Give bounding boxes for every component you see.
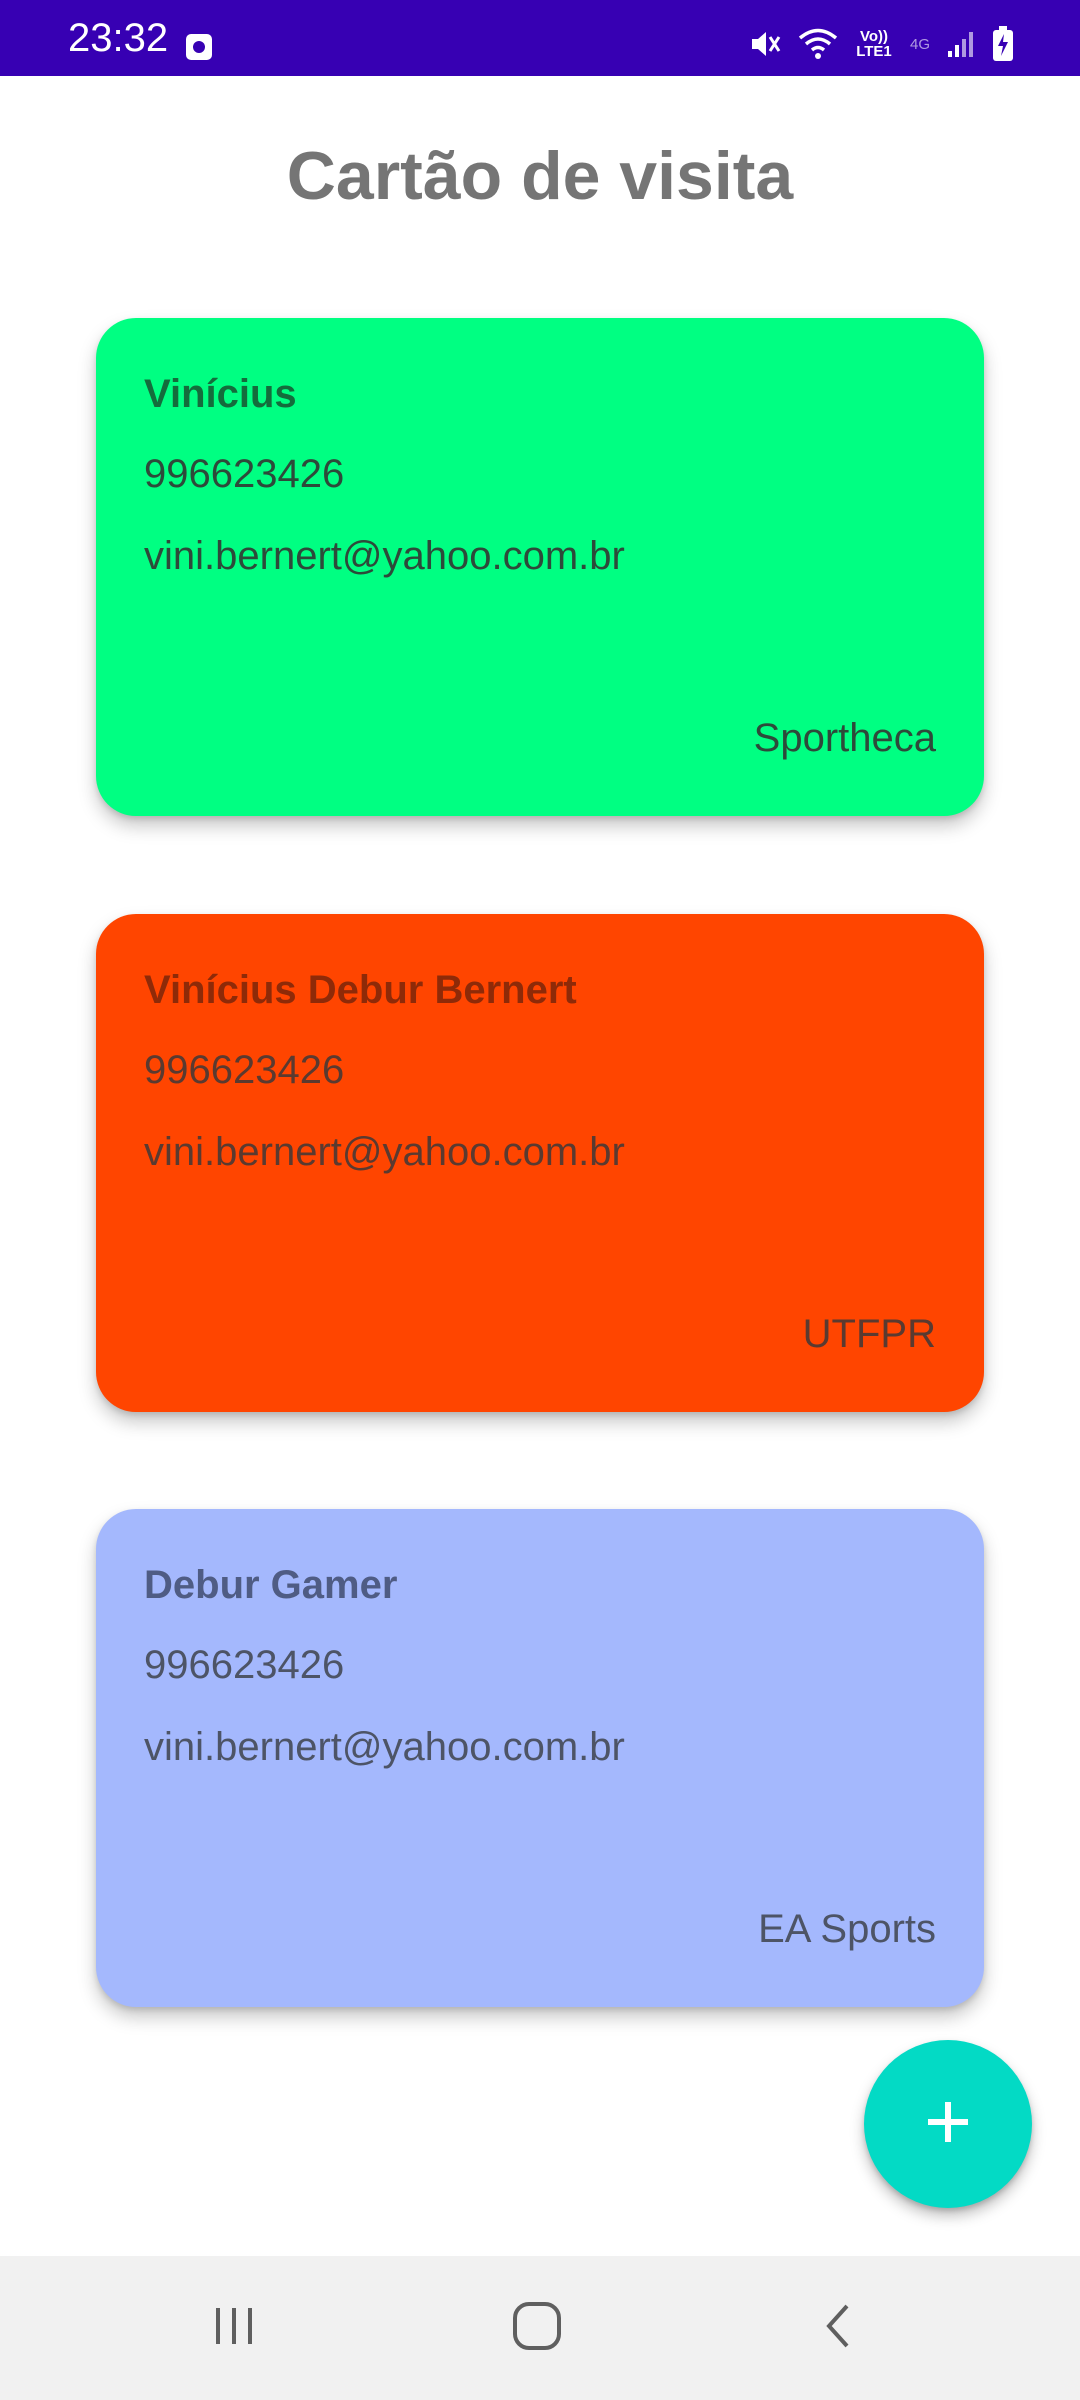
card-company: Sportheca [753, 716, 936, 760]
back-icon [815, 2302, 863, 2355]
business-card[interactable]: Debur Gamer 996623426 vini.bernert@yahoo… [96, 1509, 984, 2007]
card-name: Debur Gamer [144, 1563, 398, 1607]
navigation-bar [0, 2256, 1080, 2400]
page-title: Cartão de visita [286, 138, 794, 214]
battery-charging-icon [992, 26, 1014, 62]
home-button[interactable] [477, 2292, 597, 2364]
recent-apps-icon [210, 2302, 258, 2355]
business-card[interactable]: Vinícius Debur Bernert 996623426 vini.be… [96, 914, 984, 1412]
lte-icon: Vo)) LTE1 [854, 29, 894, 59]
card-phone: 996623426 [144, 1643, 345, 1687]
card-name: Vinícius [144, 372, 297, 416]
business-card[interactable]: Vinícius 996623426 vini.bernert@yahoo.co… [96, 318, 984, 816]
add-card-button[interactable] [864, 2040, 1032, 2208]
notification-icon [186, 34, 212, 60]
home-icon [511, 2300, 563, 2357]
plus-icon [924, 2098, 972, 2151]
network-label: Vo)) LTE1 [856, 28, 892, 60]
status-time: 23:32 [68, 16, 169, 60]
card-email: vini.bernert@yahoo.com.br [144, 1130, 625, 1174]
status-bar: 23:32 Vo)) LTE1 4G [0, 0, 1080, 76]
network-type-icon: 4G [910, 37, 930, 52]
card-company: EA Sports [758, 1907, 936, 1951]
signal-icon [946, 29, 976, 59]
card-phone: 996623426 [144, 1048, 345, 1092]
status-icons: Vo)) LTE1 4G [748, 24, 1014, 64]
wifi-icon [798, 27, 838, 61]
card-email: vini.bernert@yahoo.com.br [144, 1725, 625, 1769]
card-name: Vinícius Debur Bernert [144, 968, 577, 1012]
card-phone: 996623426 [144, 452, 345, 496]
back-button[interactable] [779, 2292, 899, 2364]
card-company: UTFPR [802, 1312, 936, 1356]
mute-icon [748, 27, 782, 61]
recent-apps-button[interactable] [174, 2292, 294, 2364]
card-email: vini.bernert@yahoo.com.br [144, 534, 625, 578]
screen: 23:32 Vo)) LTE1 4G Cartão de visita Viní… [0, 0, 1080, 2400]
network-type-label: 4G [909, 35, 930, 53]
